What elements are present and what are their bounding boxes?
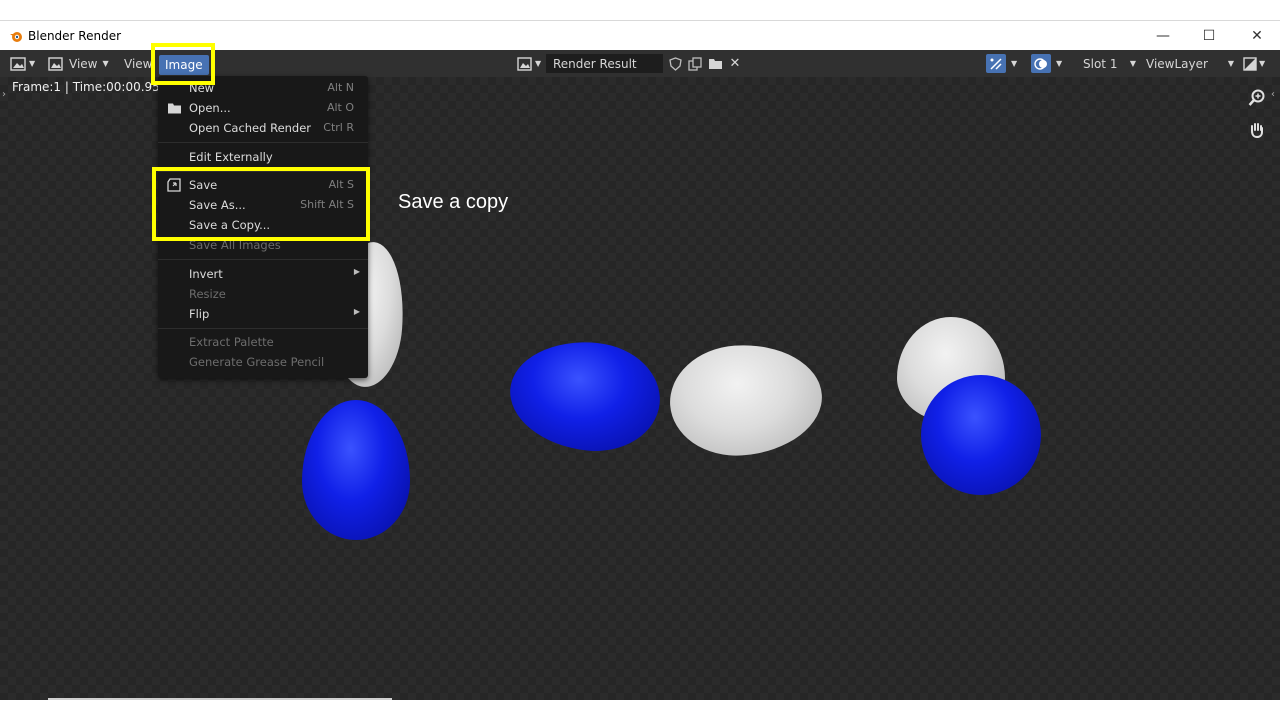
sidebar-toggle-icon[interactable]: ›: [2, 89, 6, 100]
menu-separator: [158, 259, 368, 260]
folder-icon: [168, 103, 181, 114]
menu-item-edit-externally[interactable]: Edit Externally: [158, 147, 368, 167]
bottom-divider: [48, 698, 392, 700]
menu-item-flip[interactable]: Flip ▶: [158, 304, 368, 324]
view-menu-label: View: [124, 56, 153, 71]
chevron-down-icon[interactable]: ▼: [1056, 54, 1062, 73]
view-layer-dropdown[interactable]: ViewLayer ▼: [1140, 54, 1236, 73]
menu-item-resize: Resize: [158, 284, 368, 304]
duplicate-icon: [688, 56, 702, 71]
zoom-tool-button[interactable]: [1246, 87, 1268, 109]
annotation-text: Save a copy: [398, 191, 509, 213]
maximize-button[interactable]: ☐: [1186, 21, 1232, 50]
image-name-value: Render Result: [553, 56, 637, 71]
shield-icon: [668, 56, 682, 71]
menu-separator: [158, 328, 368, 329]
close-window-button[interactable]: ✕: [1234, 21, 1280, 50]
image-icon: [517, 56, 532, 71]
menu-item-shortcut: Ctrl R: [323, 121, 354, 134]
blue-egg: [921, 375, 1041, 495]
slot-label: Slot 1: [1083, 56, 1118, 71]
menu-item-label: Open...: [189, 101, 231, 115]
close-icon: ✕: [1251, 27, 1263, 44]
menu-item-invert[interactable]: Invert ▶: [158, 264, 368, 284]
submenu-arrow-icon: ▶: [353, 267, 360, 276]
image-editor-icon: [10, 56, 26, 71]
window-title: Blender Render: [28, 28, 122, 43]
view-menu[interactable]: View: [124, 54, 152, 73]
bottom-strip: [0, 700, 1280, 720]
chevron-down-icon: ▼: [535, 59, 542, 68]
menu-item-label: Extract Palette: [189, 335, 274, 349]
save-options-highlight: [152, 167, 370, 241]
folder-icon: [708, 59, 722, 69]
menu-item-label: Resize: [189, 287, 226, 301]
blue-egg: [302, 400, 410, 540]
unlink-image-button[interactable]: ✕: [727, 54, 743, 73]
gizmo-icon: [990, 57, 1002, 70]
overlay-button[interactable]: [1031, 54, 1051, 73]
view-mode-dropdown[interactable]: View ▼: [48, 54, 109, 73]
image-name-field[interactable]: Render Result: [546, 54, 663, 73]
display-channels-button[interactable]: ▼: [1243, 54, 1271, 73]
zoom-icon: [1248, 89, 1265, 106]
submenu-arrow-icon: ▶: [353, 307, 360, 316]
menu-item-extract-palette: Extract Palette: [158, 332, 368, 352]
menu-item-open[interactable]: Open... Alt O: [158, 98, 368, 118]
image-icon: [48, 56, 63, 71]
minimize-button[interactable]: —: [1140, 21, 1186, 50]
chevron-down-icon: ▼: [102, 59, 109, 68]
menu-item-label: Generate Grease Pencil: [189, 355, 325, 369]
menu-separator: [158, 142, 368, 143]
frame-info: Frame:1 | Time:00:00.95 | M: [12, 80, 162, 94]
chevron-down-icon: ▼: [1259, 59, 1266, 68]
white-egg: [666, 339, 826, 461]
hand-icon: [1251, 123, 1263, 139]
menu-item-label: Flip: [189, 307, 210, 321]
minimize-icon: —: [1156, 27, 1170, 44]
fake-user-button[interactable]: [665, 54, 685, 73]
blender-logo-icon: [10, 31, 22, 42]
editor-type-button[interactable]: ▼: [10, 54, 40, 73]
maximize-icon: ☐: [1202, 27, 1216, 44]
view-layer-label: ViewLayer: [1146, 56, 1208, 71]
image-menu-highlight: [151, 43, 215, 85]
chevron-down-icon[interactable]: ▼: [1011, 54, 1017, 73]
overlay-icon: [1034, 57, 1047, 70]
duplicate-image-button[interactable]: [686, 54, 704, 73]
toolbar-toggle-icon[interactable]: ‹: [1271, 89, 1275, 100]
top-strip: [0, 0, 1280, 21]
menu-item-shortcut: Alt O: [326, 101, 354, 114]
chevron-down-icon: ▼: [1129, 59, 1136, 68]
slot-dropdown[interactable]: Slot 1 ▼: [1076, 54, 1138, 73]
menu-item-open-cached-render[interactable]: Open Cached Render Ctrl R: [158, 118, 368, 138]
menu-item-label: Open Cached Render: [189, 121, 312, 135]
chevron-down-icon: ▼: [29, 59, 36, 68]
menu-item-generate-grease-pencil: Generate Grease Pencil: [158, 352, 368, 372]
image-browse-button[interactable]: ▼: [517, 54, 541, 73]
view-dropdown-label: View: [69, 56, 98, 71]
menu-item-label: Edit Externally: [189, 150, 273, 164]
close-icon: ✕: [729, 56, 741, 71]
menu-item-shortcut: Alt N: [327, 81, 354, 94]
pan-tool-button[interactable]: [1246, 119, 1268, 141]
blue-egg: [504, 334, 666, 458]
uv-sync-button[interactable]: [986, 54, 1006, 73]
open-image-button[interactable]: [706, 54, 724, 73]
chevron-down-icon: ▼: [1227, 59, 1234, 68]
menu-item-label: Invert: [189, 267, 223, 281]
display-channels-icon: [1243, 56, 1257, 71]
